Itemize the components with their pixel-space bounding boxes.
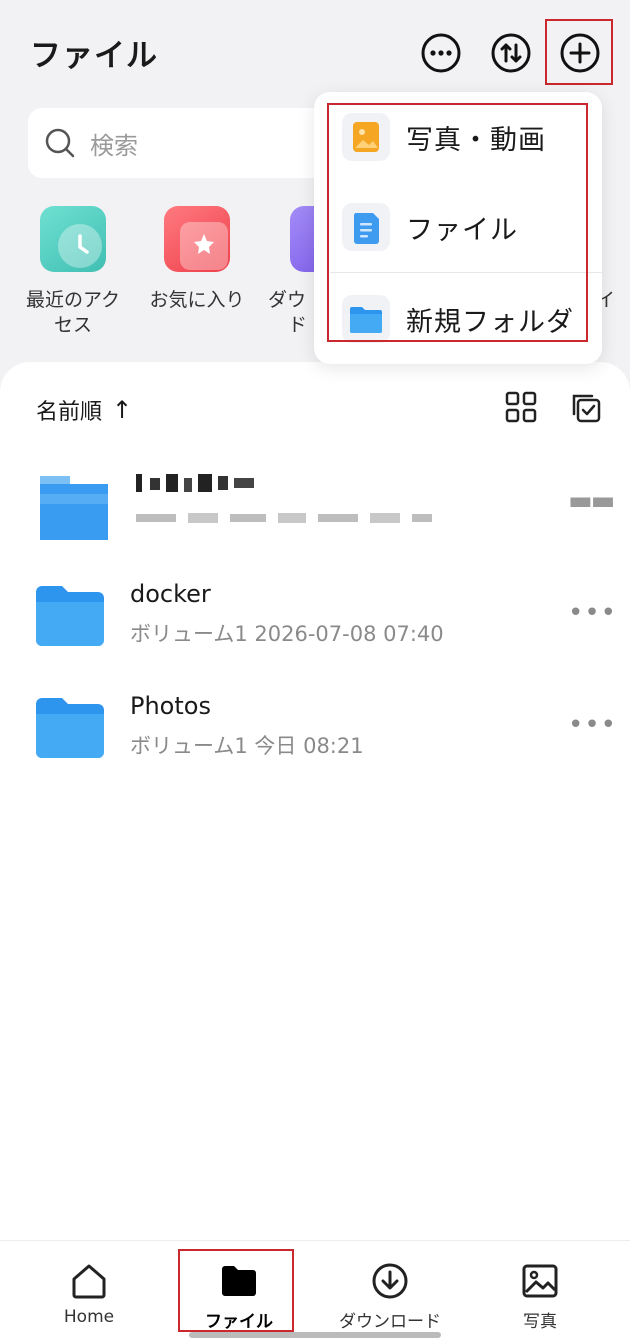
more-button[interactable]: ••• bbox=[568, 710, 617, 740]
file-row[interactable]: Photos ボリューム1 今日 08:21 ••• bbox=[0, 686, 630, 786]
file-name: docker bbox=[130, 580, 211, 608]
quick-downloads[interactable]: ダウ ド bbox=[268, 206, 318, 338]
more-options-button[interactable] bbox=[420, 32, 462, 74]
clock-icon bbox=[40, 206, 106, 272]
file-meta: ボリューム1 2026-07-08 07:40 bbox=[130, 622, 444, 646]
folder-icon bbox=[36, 698, 104, 758]
tab-label: Home bbox=[63, 1307, 115, 1327]
tab-files-highlight bbox=[178, 1249, 294, 1332]
blurred-name bbox=[136, 470, 256, 496]
search-placeholder: 検索 bbox=[90, 131, 138, 160]
more-circle-icon bbox=[421, 33, 461, 73]
download-cloud-icon bbox=[372, 1263, 408, 1299]
tab-label: ダウンロード bbox=[339, 1312, 441, 1332]
tab-home[interactable]: Home bbox=[29, 1261, 149, 1327]
sort-selector[interactable]: 名前順 ↑ bbox=[36, 394, 132, 426]
search-icon bbox=[45, 128, 75, 158]
sort-button[interactable] bbox=[490, 32, 532, 74]
add-button-highlight bbox=[545, 19, 613, 85]
home-icon bbox=[72, 1264, 106, 1299]
file-row[interactable]: docker ボリューム1 2026-07-08 07:40 ••• bbox=[0, 574, 630, 674]
tab-downloads[interactable]: ダウンロード bbox=[330, 1261, 450, 1332]
multi-select-icon[interactable] bbox=[568, 390, 602, 424]
more-button[interactable]: ▬▬ bbox=[568, 486, 615, 516]
page-title: ファイル bbox=[30, 38, 158, 74]
folder-icon bbox=[40, 476, 108, 540]
more-button[interactable]: ••• bbox=[568, 598, 617, 628]
sort-label: 名前順 bbox=[36, 400, 103, 425]
grid-view-icon[interactable] bbox=[504, 390, 538, 424]
folder-icon bbox=[36, 586, 104, 646]
sort-circle-icon bbox=[491, 33, 531, 73]
tab-photos[interactable]: 写真 bbox=[480, 1261, 600, 1332]
file-row-blurred[interactable]: ▬▬ bbox=[0, 462, 630, 562]
header: ファイル bbox=[0, 0, 630, 100]
quick-favorites[interactable]: お気に入り bbox=[142, 206, 252, 313]
quick-recent-label: 最近のアクセス bbox=[25, 289, 121, 336]
add-menu-highlight bbox=[327, 103, 588, 342]
tab-label: 写真 bbox=[523, 1312, 557, 1332]
image-icon bbox=[522, 1264, 558, 1298]
home-indicator bbox=[189, 1332, 441, 1338]
star-icon bbox=[164, 206, 230, 272]
file-list-panel: 名前順 ↑ ▬▬ docker ボリューム1 2026-07-08 07:40 … bbox=[0, 362, 630, 1262]
file-meta: ボリューム1 今日 08:21 bbox=[130, 734, 364, 758]
quick-downloads-label: ダウ ド bbox=[268, 289, 308, 336]
blurred-meta bbox=[136, 510, 436, 524]
sort-arrow-icon: ↑ bbox=[112, 396, 133, 424]
file-name: Photos bbox=[130, 692, 211, 720]
quick-favorites-label: お気に入り bbox=[149, 289, 245, 311]
quick-recent[interactable]: 最近のアクセス bbox=[18, 206, 128, 338]
tab-bar: Home ファイル ダウンロード 写真 bbox=[0, 1240, 630, 1340]
search-input[interactable]: 検索 bbox=[28, 108, 338, 178]
